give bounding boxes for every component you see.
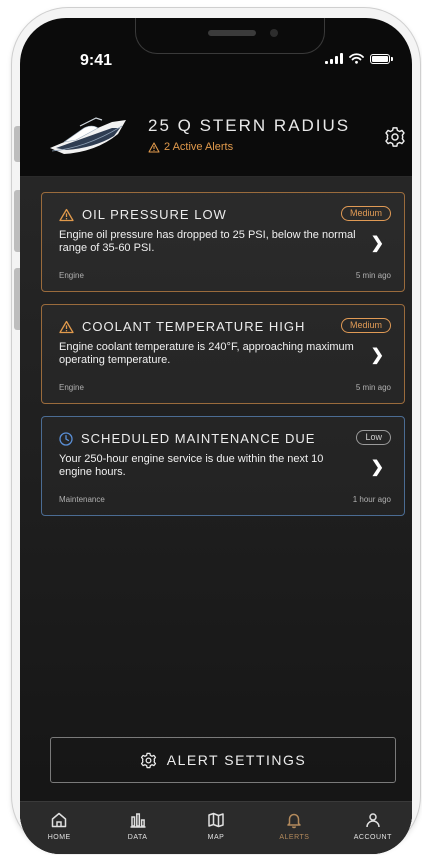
alert-category: Engine — [59, 383, 84, 392]
alert-settings-label: ALERT SETTINGS — [166, 752, 307, 768]
nav-label: DATA — [127, 834, 148, 841]
warning-triangle-icon — [148, 141, 160, 153]
alert-time: 5 min ago — [355, 271, 391, 280]
battery-icon — [370, 53, 393, 64]
alert-message: Your 250-hour engine service is due with… — [59, 453, 324, 478]
alert-time: 5 min ago — [355, 383, 391, 392]
warning-triangle-icon — [59, 320, 74, 333]
boat-image — [50, 117, 126, 154]
active-alerts-indicator[interactable]: 2 Active Alerts — [148, 141, 233, 153]
clock-icon — [59, 431, 73, 446]
map-icon — [208, 812, 224, 828]
phone-screen: 9:41 25 Q STERN RADIUS 2 Active Alerts O… — [20, 18, 412, 854]
notch — [135, 18, 325, 54]
alert-card-coolant-temperature[interactable]: COOLANT TEMPERATURE HIGH Medium Engine c… — [41, 304, 405, 404]
alert-message: Engine coolant temperature is 240°F, app… — [59, 341, 354, 366]
alert-time: 1 hour ago — [352, 495, 391, 504]
bottom-nav: HOME DATA MAP ALERTS ACCOUNT — [20, 801, 412, 854]
nav-label: ACCOUNT — [353, 834, 392, 841]
boat-name: 25 Q STERN RADIUS — [148, 116, 351, 135]
nav-label: ALERTS — [279, 834, 310, 841]
speaker — [208, 30, 256, 36]
alert-settings-button[interactable]: ALERT SETTINGS — [50, 737, 396, 783]
gear-icon — [140, 752, 156, 768]
alert-message: Engine oil pressure has dropped to 25 PS… — [59, 229, 356, 254]
nav-item-home[interactable]: HOME — [20, 802, 98, 854]
alert-title-row: COOLANT TEMPERATURE HIGH — [59, 319, 305, 334]
alert-category: Engine — [59, 271, 84, 280]
warning-triangle-icon — [59, 208, 74, 221]
alert-card-oil-pressure[interactable]: OIL PRESSURE LOW Medium Engine oil press… — [41, 192, 405, 292]
alert-title: SCHEDULED MAINTENANCE DUE — [81, 431, 316, 446]
home-icon — [51, 812, 67, 828]
wifi-icon — [349, 53, 364, 64]
front-camera — [270, 29, 278, 37]
nav-label: HOME — [47, 834, 71, 841]
bar-chart-icon — [130, 813, 146, 828]
severity-badge: Medium — [340, 206, 391, 221]
gear-icon[interactable] — [384, 126, 406, 148]
nav-item-account[interactable]: ACCOUNT — [334, 802, 412, 854]
alert-title: OIL PRESSURE LOW — [82, 207, 227, 222]
user-icon — [366, 813, 380, 828]
bell-icon — [287, 813, 302, 829]
app-header: 25 Q STERN RADIUS 2 Active Alerts — [20, 88, 412, 177]
status-time: 9:41 — [80, 52, 113, 69]
nav-label: MAP — [207, 834, 225, 841]
severity-badge: Medium — [340, 318, 391, 333]
severity-badge: Low — [356, 430, 391, 445]
chevron-right-icon[interactable]: ❯ — [371, 233, 384, 253]
alert-category: Maintenance — [59, 495, 105, 504]
alert-title-row: OIL PRESSURE LOW — [59, 207, 227, 222]
signal-icon — [325, 53, 343, 64]
chevron-right-icon[interactable]: ❯ — [371, 457, 384, 477]
active-alerts-text: 2 Active Alerts — [164, 141, 234, 153]
alert-card-scheduled-maintenance[interactable]: SCHEDULED MAINTENANCE DUE Low Your 250-h… — [41, 416, 405, 516]
alerts-list: OIL PRESSURE LOW Medium Engine oil press… — [20, 177, 412, 822]
nav-item-data[interactable]: DATA — [98, 802, 176, 854]
nav-item-map[interactable]: MAP — [177, 802, 255, 854]
alert-title-row: SCHEDULED MAINTENANCE DUE — [59, 431, 315, 446]
nav-item-alerts[interactable]: ALERTS — [255, 802, 333, 854]
chevron-right-icon[interactable]: ❯ — [371, 345, 384, 365]
alert-title: COOLANT TEMPERATURE HIGH — [82, 319, 306, 334]
status-icons — [325, 53, 393, 64]
